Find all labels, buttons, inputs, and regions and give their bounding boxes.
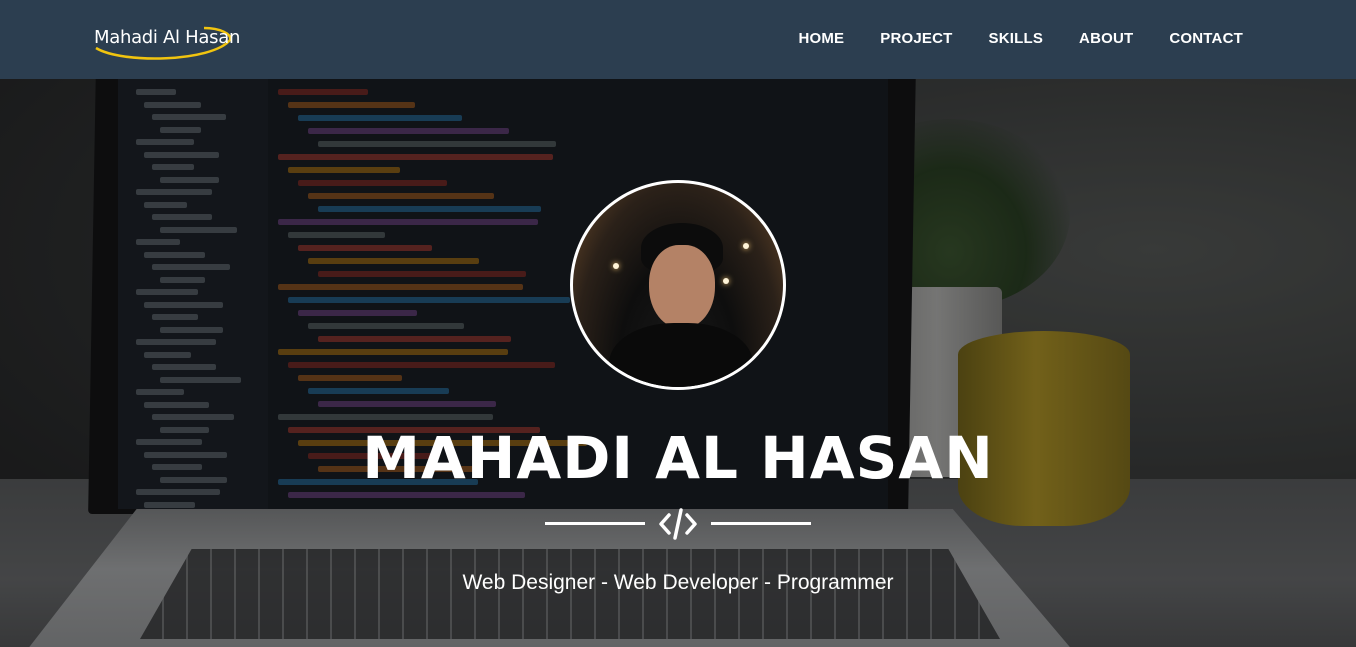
hero-tagline: Web Designer - Web Developer - Programme… xyxy=(462,571,894,594)
main-nav: HOME PROJECT SKILLS ABOUT CONTACT xyxy=(798,30,1243,47)
avatar-shirt xyxy=(609,323,753,387)
bokeh-light xyxy=(613,263,619,269)
avatar-face xyxy=(649,245,715,329)
navbar: Mahadi Al Hasan HOME PROJECT SKILLS ABOU… xyxy=(0,0,1356,79)
nav-contact[interactable]: CONTACT xyxy=(1169,30,1243,47)
site-logo[interactable]: Mahadi Al Hasan xyxy=(92,22,240,60)
divider-line-left xyxy=(545,522,645,525)
divider-line-right xyxy=(711,522,811,525)
nav-about[interactable]: ABOUT xyxy=(1079,30,1133,47)
nav-project[interactable]: PROJECT xyxy=(880,30,952,47)
nav-home[interactable]: HOME xyxy=(798,30,844,47)
hero-name: MAHADI AL HASAN xyxy=(362,424,994,492)
bokeh-light xyxy=(723,278,729,284)
bokeh-light xyxy=(743,243,749,249)
hero-divider xyxy=(545,507,811,541)
logo-text: Mahadi Al Hasan xyxy=(94,27,241,48)
profile-avatar xyxy=(570,180,786,390)
nav-skills[interactable]: SKILLS xyxy=(989,30,1044,47)
code-icon xyxy=(659,508,697,540)
